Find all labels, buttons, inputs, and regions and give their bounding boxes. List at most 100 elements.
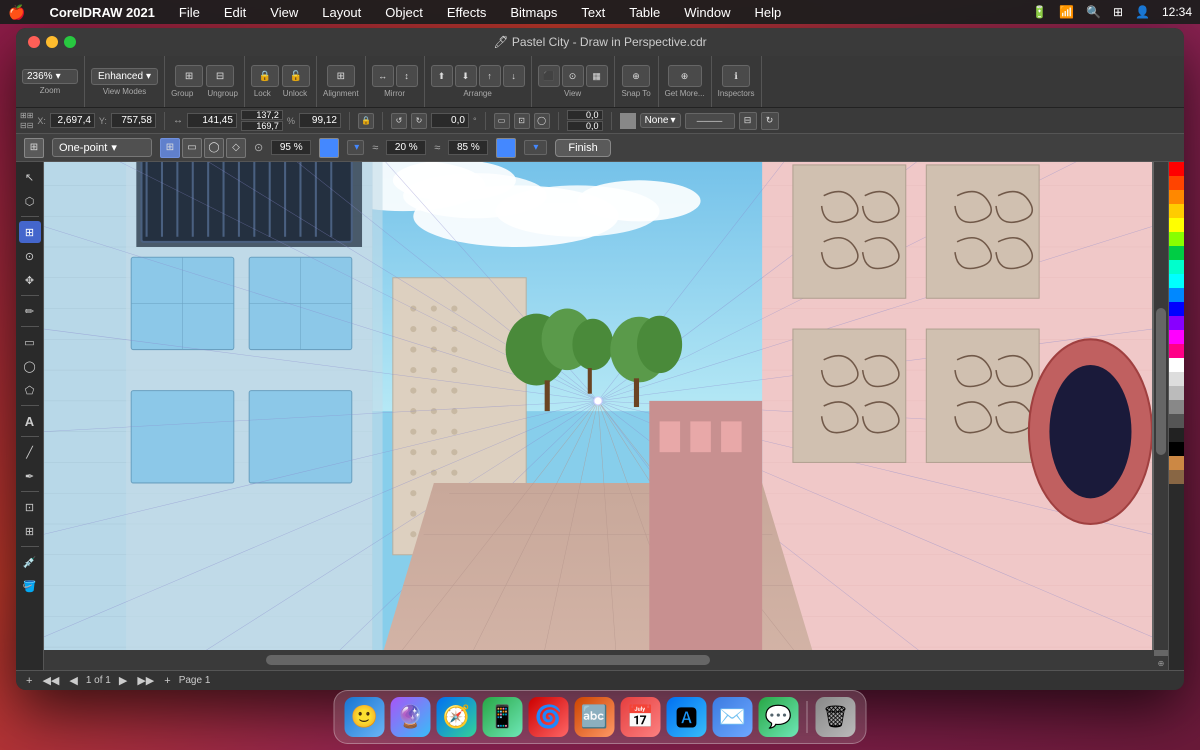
palette-color-17[interactable] — [1169, 400, 1184, 414]
palette-color-16[interactable] — [1169, 386, 1184, 400]
shape-btn3[interactable]: ◯ — [534, 113, 550, 129]
canvas-area[interactable]: ⊕ — [44, 162, 1168, 670]
palette-color-14[interactable] — [1169, 358, 1184, 372]
pan-tool[interactable]: ✥ — [19, 269, 41, 291]
y-input[interactable] — [111, 113, 156, 128]
haze2-input[interactable] — [448, 140, 488, 155]
persp-circle-btn[interactable]: ◯ — [204, 138, 224, 158]
menu-help[interactable]: Help — [751, 5, 786, 20]
palette-color-20[interactable] — [1169, 442, 1184, 456]
palette-color-18[interactable] — [1169, 414, 1184, 428]
palette-color-21[interactable] — [1169, 456, 1184, 470]
outline-selector[interactable]: ──── — [685, 113, 735, 129]
view-btn3[interactable]: ▦ — [586, 65, 608, 87]
shape-btn2[interactable]: ⊡ — [514, 113, 530, 129]
grid-tool[interactable]: ⊞ — [19, 520, 41, 542]
snap-btn[interactable]: ⊕ — [622, 65, 650, 87]
freehand-tool[interactable]: ✏ — [19, 300, 41, 322]
mirror-h-btn[interactable]: ↔ — [372, 65, 394, 87]
dock-corel[interactable]: 🌀 — [529, 697, 569, 737]
lock-scale-btn[interactable]: 🔒 — [358, 113, 374, 129]
maximize-button[interactable] — [64, 36, 76, 48]
perspective-mode-dropdown[interactable]: One-point ▾ — [52, 138, 152, 157]
first-page-btn[interactable]: ◀◀ — [40, 674, 61, 687]
dock-finder[interactable]: 🙂 — [345, 697, 385, 737]
add-page-btn[interactable]: + — [24, 675, 34, 687]
eyedropper-tool[interactable]: 💉 — [19, 551, 41, 573]
palette-color-19[interactable] — [1169, 428, 1184, 442]
persp-color-dropdown[interactable]: ▾ — [347, 140, 364, 155]
alignment-btn[interactable]: ⊞ — [327, 65, 355, 87]
polygon-tool[interactable]: ⬠ — [19, 379, 41, 401]
vertical-scrollbar[interactable] — [1154, 162, 1168, 650]
persp-grid-btn[interactable]: ⊞ — [160, 138, 180, 158]
rectangle-tool[interactable]: ▭ — [19, 331, 41, 353]
h1-input[interactable] — [299, 113, 341, 128]
arrange-btn1[interactable]: ⬆ — [431, 65, 453, 87]
palette-color-13[interactable] — [1169, 344, 1184, 358]
menu-bitmaps[interactable]: Bitmaps — [506, 5, 561, 20]
apple-menu[interactable]: 🍎 — [8, 4, 25, 21]
dock-mail[interactable]: ✉️ — [713, 697, 753, 737]
last-page-btn[interactable]: ▶▶ — [135, 674, 156, 687]
palette-color-15[interactable] — [1169, 372, 1184, 386]
add-page-end-btn[interactable]: + — [162, 675, 172, 687]
perspective-tool[interactable]: ⊞ — [19, 221, 41, 243]
menu-effects[interactable]: Effects — [443, 5, 491, 20]
palette-color-9[interactable] — [1169, 288, 1184, 302]
view-btn1[interactable]: ⬛ — [538, 65, 560, 87]
crop-tool[interactable]: ⊡ — [19, 496, 41, 518]
line-tool[interactable]: ╱ — [19, 441, 41, 463]
mirror-v-btn[interactable]: ↕ — [396, 65, 418, 87]
zoom-dropdown[interactable]: 236% ▾ — [22, 69, 78, 84]
palette-color-5[interactable] — [1169, 232, 1184, 246]
zoom-corner-icon[interactable]: ⊕ — [1154, 656, 1168, 670]
zoom-tool[interactable]: ⊙ — [19, 245, 41, 267]
color-selector-btn[interactable]: None ▾ — [640, 113, 681, 128]
minimize-button[interactable] — [46, 36, 58, 48]
menu-window[interactable]: Window — [680, 5, 734, 20]
dock-trash[interactable]: 🗑 — [816, 697, 856, 737]
persp-square-btn[interactable]: ▭ — [182, 138, 202, 158]
fill-tool[interactable]: 🪣 — [19, 575, 41, 597]
x-input[interactable] — [50, 113, 95, 128]
arrange-btn3[interactable]: ↑ — [479, 65, 501, 87]
palette-color-12[interactable] — [1169, 330, 1184, 344]
inspectors-btn[interactable]: ℹ — [722, 65, 750, 87]
palette-color-8[interactable] — [1169, 274, 1184, 288]
node-tool[interactable]: ⬡ — [19, 190, 41, 212]
controlcenter-icon[interactable]: ⊞ — [1113, 5, 1123, 19]
arrange-btn2[interactable]: ⬇ — [455, 65, 477, 87]
w1-input[interactable] — [187, 113, 237, 128]
palette-color-0[interactable] — [1169, 162, 1184, 176]
palette-color-3[interactable] — [1169, 204, 1184, 218]
angle-input[interactable] — [431, 113, 469, 128]
dock-fantastical[interactable]: 📅 — [621, 697, 661, 737]
palette-color-4[interactable] — [1169, 218, 1184, 232]
opacity-input[interactable] — [271, 140, 311, 155]
view-btn2[interactable]: ⊙ — [562, 65, 584, 87]
dock-phone[interactable]: 📱 — [483, 697, 523, 737]
menu-layout[interactable]: Layout — [318, 5, 365, 20]
palette-color-10[interactable] — [1169, 302, 1184, 316]
ungroup-btn[interactable]: ⊟ — [206, 65, 234, 87]
rotate-btn1[interactable]: ↺ — [391, 113, 407, 129]
search-icon[interactable]: 🔍 — [1086, 5, 1101, 19]
finish-button[interactable]: Finish — [555, 139, 610, 157]
rotate-btn2[interactable]: ↻ — [411, 113, 427, 129]
dock-messages[interactable]: 💬 — [759, 697, 799, 737]
palette-color-6[interactable] — [1169, 246, 1184, 260]
arrange-btn4[interactable]: ↓ — [503, 65, 525, 87]
pos-y-input[interactable] — [567, 121, 603, 131]
menu-coreldraw[interactable]: CorelDRAW 2021 — [45, 5, 158, 20]
text-tool[interactable]: A — [19, 410, 41, 432]
shape-btn1[interactable]: ▭ — [494, 113, 510, 129]
enhanced-dropdown[interactable]: Enhanced ▾ — [91, 68, 158, 85]
horizontal-scrollbar[interactable] — [44, 650, 1154, 670]
menu-text[interactable]: Text — [577, 5, 609, 20]
persp-diamond-btn[interactable]: ◇ — [226, 138, 246, 158]
lock-btn[interactable]: 🔒 — [251, 65, 279, 87]
refresh-btn[interactable]: ↻ — [761, 112, 779, 130]
dock-siri[interactable]: 🔮 — [391, 697, 431, 737]
palette-color-22[interactable] — [1169, 470, 1184, 484]
